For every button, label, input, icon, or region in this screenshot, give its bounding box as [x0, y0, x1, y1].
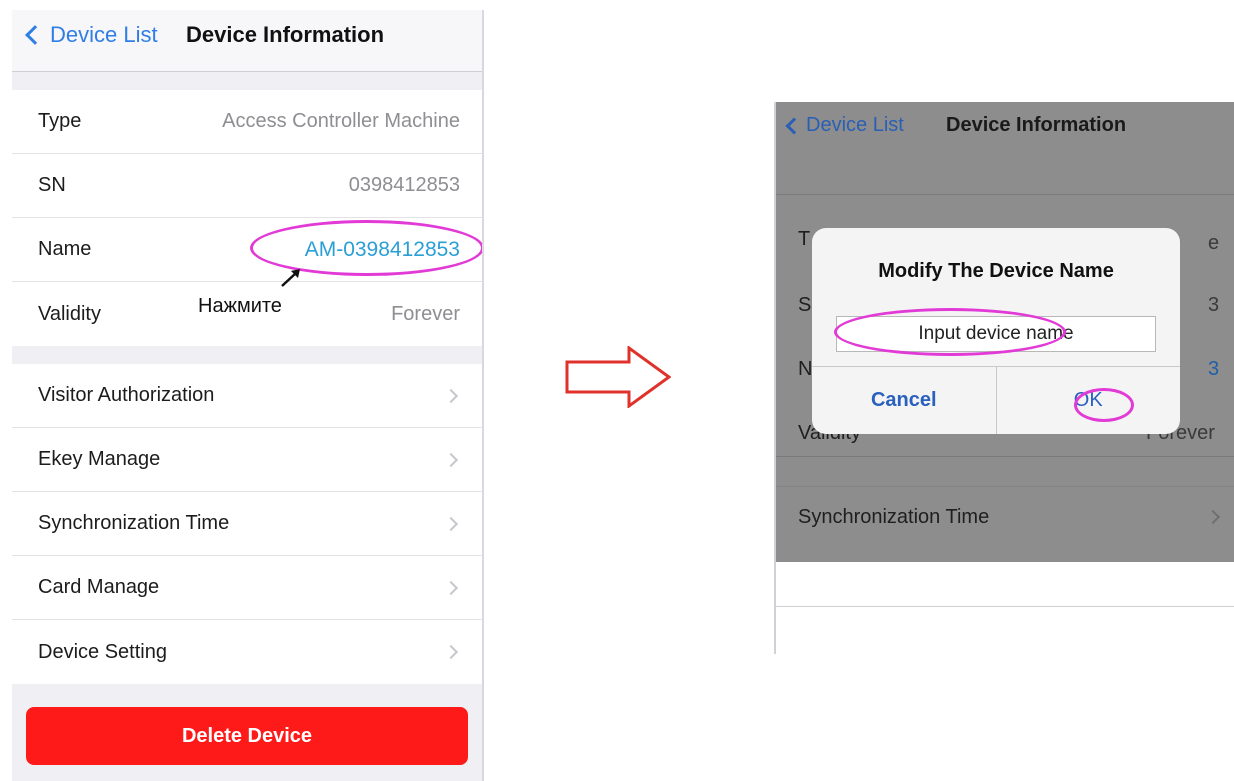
menu-group: Visitor Authorization Ekey Manage Synchr… — [12, 364, 482, 684]
back-button[interactable]: Device List — [25, 22, 158, 48]
chevron-right-icon — [443, 644, 459, 660]
row-label: Validity — [38, 302, 101, 325]
menu-item-device-setting[interactable]: Device Setting — [12, 620, 482, 684]
back-label: Device List — [50, 22, 158, 47]
chevron-right-icon — [443, 580, 459, 595]
chevron-right-icon — [443, 452, 459, 467]
menu-label: Visitor Authorization — [38, 384, 215, 406]
divider — [776, 606, 1234, 607]
menu-label: Device Setting — [38, 640, 167, 663]
hint-text: Нажмите — [198, 295, 282, 317]
highlight-ellipse — [1074, 388, 1134, 422]
back-button[interactable]: Device List — [785, 114, 904, 137]
divider — [776, 194, 1234, 195]
modify-name-screen: Device List Device Information T e S 3 N… — [774, 102, 1234, 654]
menu-item-visitor-authorization[interactable]: Visitor Authorization — [12, 364, 482, 428]
nav-bar: Device List Device Information — [12, 10, 482, 72]
row-fragment-sn-value: 3 — [1208, 294, 1220, 316]
info-row-sn: SN 0398412853 — [12, 154, 482, 218]
chevron-right-icon — [443, 388, 459, 403]
dialog-title: Modify The Device Name — [878, 260, 1114, 282]
arrow-right-icon — [565, 346, 671, 408]
cancel-button[interactable]: Cancel — [812, 367, 996, 434]
row-fragment-type-value: e — [1208, 232, 1220, 254]
delete-device-button[interactable]: Delete Device — [26, 707, 468, 765]
chevron-right-icon — [443, 516, 459, 531]
menu-label: Card Manage — [38, 576, 160, 598]
info-row-type: Type Access Controller Machine — [12, 90, 482, 154]
row-fragment-name-value: 3 — [1208, 358, 1220, 380]
menu-item-synchronization-time[interactable]: Synchronization Time — [798, 506, 1234, 529]
highlight-ellipse — [834, 308, 1066, 356]
chevron-left-icon — [25, 25, 45, 45]
row-label: SN — [38, 174, 66, 196]
pointer-arrow-icon — [281, 269, 300, 287]
row-value: 0398412853 — [348, 174, 460, 196]
menu-label: Synchronization Time — [38, 512, 230, 534]
empty-area — [776, 562, 1234, 654]
row-label: Name — [38, 238, 92, 260]
nav-bar: Device List Device Information — [776, 102, 1234, 154]
back-label: Device List — [806, 114, 904, 136]
menu-item-card-manage[interactable]: Card Manage — [12, 556, 482, 620]
divider — [776, 456, 1234, 457]
device-info-screen: Device List Device Information Type Acce… — [12, 10, 484, 781]
menu-item-ekey-manage[interactable]: Ekey Manage — [12, 428, 482, 492]
row-value: Forever — [391, 302, 460, 325]
row-label: Type — [38, 110, 82, 132]
page-title: Device Information — [186, 22, 385, 47]
row-value: Access Controller Machine — [222, 110, 460, 132]
chevron-left-icon — [785, 117, 803, 134]
menu-label: Ekey Manage — [38, 448, 161, 470]
menu-item-synchronization-time[interactable]: Synchronization Time — [12, 492, 482, 556]
divider — [776, 486, 1234, 487]
page-title: Device Information — [946, 114, 1127, 136]
